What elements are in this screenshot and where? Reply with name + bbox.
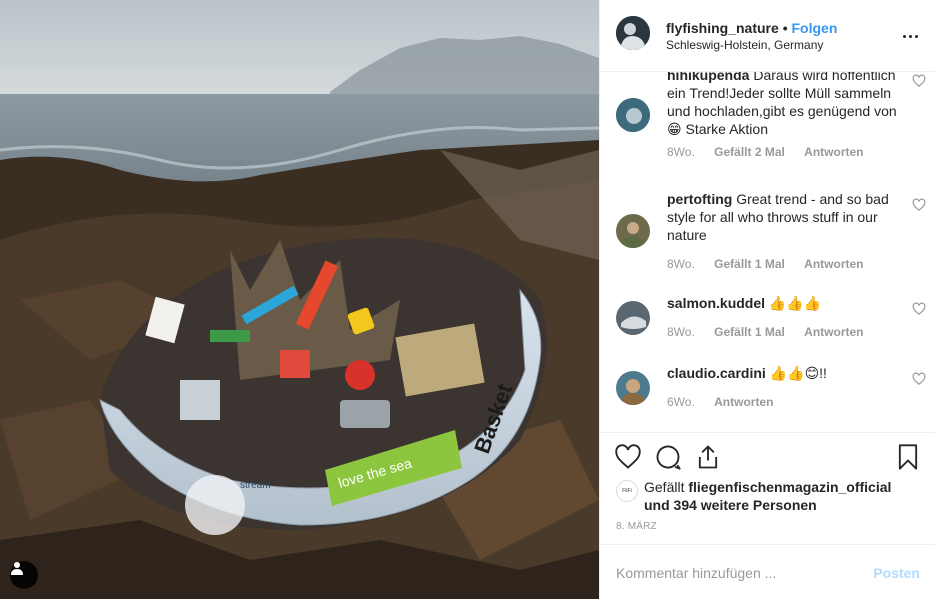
share-icon[interactable] xyxy=(694,443,722,471)
comment-input[interactable]: Kommentar hinzufügen ... xyxy=(616,565,776,581)
comment-likes[interactable]: Gefällt 1 Mal xyxy=(714,325,785,339)
post-comment-button[interactable]: Posten xyxy=(873,565,920,581)
avatar-image xyxy=(616,16,650,50)
author-username[interactable]: flyfishing_nature xyxy=(666,20,779,36)
comment-username[interactable]: hihikupenda xyxy=(667,72,749,83)
commenter-avatar[interactable] xyxy=(616,301,650,335)
comment-item: pertofting Great trend - and so bad styl… xyxy=(616,190,926,280)
comment-meta: 8Wo. Gefällt 1 Mal Antworten xyxy=(667,325,880,339)
reply-button[interactable]: Antworten xyxy=(804,145,863,159)
comment-body: claudio.cardini 👍👍😊!! xyxy=(667,364,899,382)
commenter-avatar[interactable] xyxy=(616,98,650,132)
comment-age[interactable]: 6Wo. xyxy=(667,395,695,409)
post-actions xyxy=(600,432,935,479)
tagged-users-button[interactable] xyxy=(10,561,38,589)
comment-username[interactable]: pertofting xyxy=(667,191,732,207)
beach-litter-photo: love the sea stream Basket xyxy=(0,0,599,599)
comment-body: salmon.kuddel 👍👍👍 xyxy=(667,294,899,312)
comment-username[interactable]: claudio.cardini xyxy=(667,365,766,381)
post-photo[interactable]: love the sea stream Basket xyxy=(0,0,599,599)
bookmark-icon[interactable] xyxy=(894,443,922,471)
like-comment-heart-icon[interactable] xyxy=(912,372,926,386)
comment-meta: 8Wo. Gefällt 1 Mal Antworten xyxy=(667,257,880,271)
more-options-icon[interactable] xyxy=(900,26,920,46)
avatar-image xyxy=(616,98,650,132)
post-header: flyfishing_nature • Folgen Schleswig-Hol… xyxy=(600,0,935,72)
commenter-avatar[interactable] xyxy=(616,214,650,248)
comment-age[interactable]: 8Wo. xyxy=(667,145,695,159)
post-sidebar: flyfishing_nature • Folgen Schleswig-Hol… xyxy=(599,0,935,599)
liker-username[interactable]: fliegenfischenmagazin_official xyxy=(688,479,891,495)
avatar-image xyxy=(616,214,650,248)
liker-avatar[interactable]: FliFi xyxy=(616,480,638,502)
commenter-avatar[interactable] xyxy=(616,371,650,405)
post: love the sea stream Basket flyfishing_na… xyxy=(0,0,935,599)
comment-text: 👍👍👍 xyxy=(768,295,822,311)
like-comment-heart-icon[interactable] xyxy=(912,74,926,88)
separator-dot: • xyxy=(782,20,788,36)
reply-button[interactable]: Antworten xyxy=(714,395,773,409)
avatar-image xyxy=(616,301,650,335)
author-line: flyfishing_nature • Folgen xyxy=(666,20,837,36)
comment-item: salmon.kuddel 👍👍👍 8Wo. Gefällt 1 Mal Ant… xyxy=(616,294,926,344)
follow-button[interactable]: Folgen xyxy=(791,20,837,36)
comment-text: 👍👍😊!! xyxy=(769,365,827,381)
comment-body: pertofting Great trend - and so bad styl… xyxy=(667,190,899,244)
comment-item: claudio.cardini 👍👍😊!! 6Wo. Antworten xyxy=(616,364,926,414)
like-comment-heart-icon[interactable] xyxy=(912,302,926,316)
comment-body: hihikupenda Daraus wird hoffentlich ein … xyxy=(667,72,899,138)
comments-list[interactable]: hihikupenda Daraus wird hoffentlich ein … xyxy=(600,72,935,432)
avatar-image xyxy=(616,371,650,405)
likes-prefix: Gefällt xyxy=(644,479,685,495)
comment-username[interactable]: salmon.kuddel xyxy=(667,295,765,311)
author-avatar[interactable] xyxy=(616,16,650,50)
comment-item: hihikupenda Daraus wird hoffentlich ein … xyxy=(616,72,926,166)
like-comment-heart-icon[interactable] xyxy=(912,198,926,212)
like-heart-icon[interactable] xyxy=(614,443,642,471)
comment-likes[interactable]: Gefällt 1 Mal xyxy=(714,257,785,271)
reply-button[interactable]: Antworten xyxy=(804,257,863,271)
likes-others[interactable]: und 394 weitere Personen xyxy=(644,497,817,513)
user-icon xyxy=(11,562,23,575)
post-date[interactable]: 8. März xyxy=(616,521,657,532)
comment-meta: 6Wo. Antworten xyxy=(667,395,789,409)
add-comment-bar: Kommentar hinzufügen ... Posten xyxy=(600,544,935,599)
comment-age[interactable]: 8Wo. xyxy=(667,325,695,339)
likes-text: Gefällt fliegenfischenmagazin_official u… xyxy=(644,478,914,514)
comment-likes[interactable]: Gefällt 2 Mal xyxy=(714,145,785,159)
bowl-brand: stream xyxy=(240,480,271,491)
comment-bubble-icon[interactable] xyxy=(654,443,682,471)
comment-meta: 8Wo. Gefällt 2 Mal Antworten xyxy=(667,145,880,159)
reply-button[interactable]: Antworten xyxy=(804,325,863,339)
location-link[interactable]: Schleswig-Holstein, Germany xyxy=(666,38,823,52)
comment-age[interactable]: 8Wo. xyxy=(667,257,695,271)
